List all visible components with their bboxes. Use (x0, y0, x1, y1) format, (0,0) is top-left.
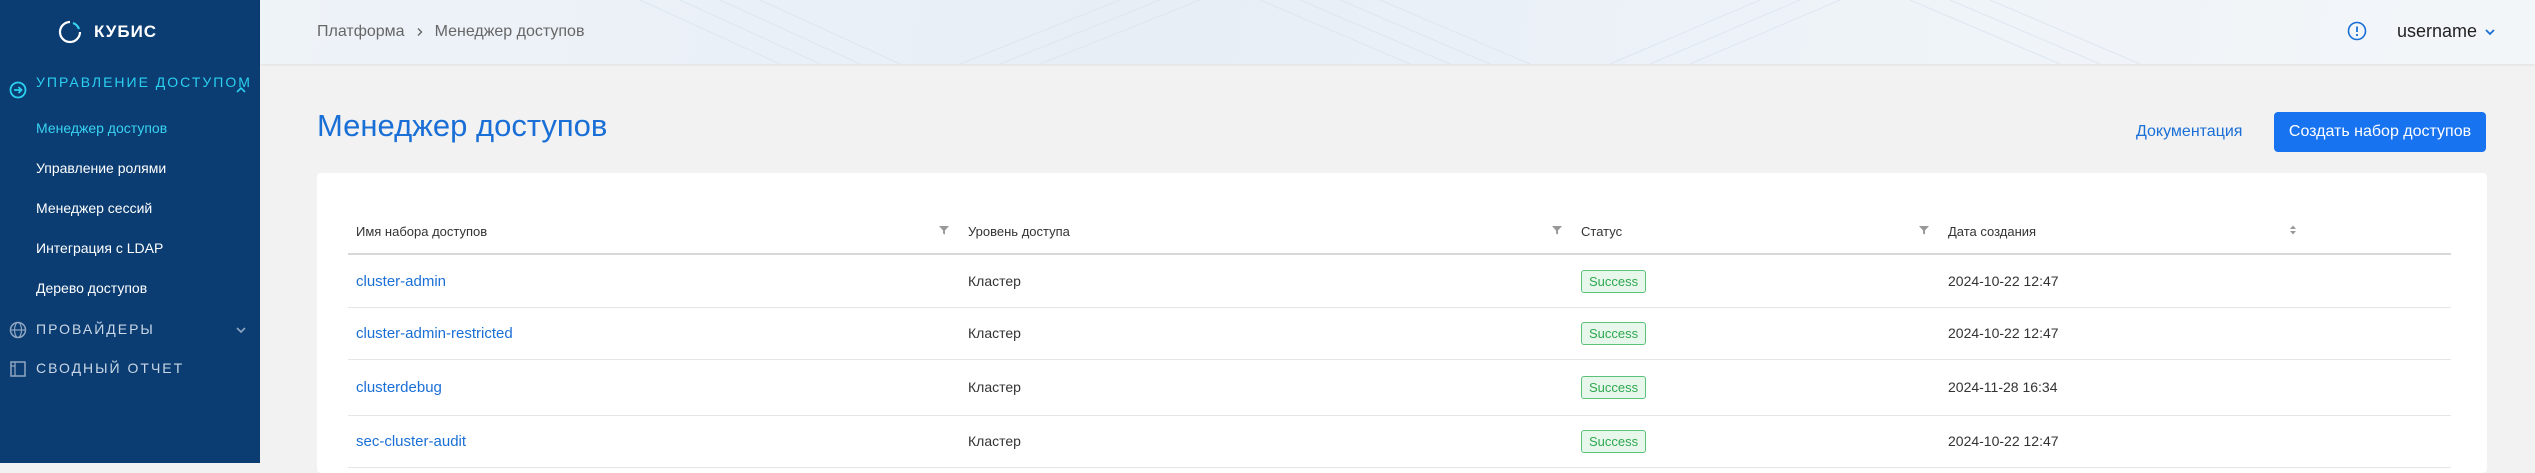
nav-section-label: Управление доступом (36, 74, 252, 90)
nav-section-label: Провайдеры (36, 321, 155, 337)
sidebar-item-access-tree[interactable]: Дерево доступов (36, 280, 147, 296)
chevron-down-icon (2485, 28, 2495, 35)
status-badge: Success (1581, 269, 1647, 293)
top-header: Платформа Менеджер доступов username (260, 0, 2535, 64)
logo-text: КУБИС (94, 22, 158, 41)
table-row[interactable]: sec-cluster-audit Кластер Success 2024-1… (348, 415, 2451, 468)
breadcrumb: Платформа Менеджер доступов (317, 23, 584, 41)
access-level: Кластер (968, 379, 1021, 395)
column-header-status[interactable]: Статус (1581, 209, 1622, 253)
header-pattern (639, 0, 2141, 64)
globe-icon (9, 321, 27, 339)
breadcrumb-platform[interactable]: Платформа (317, 23, 405, 41)
created-date: 2024-11-28 16:34 (1948, 379, 2058, 395)
logo-icon (58, 20, 82, 44)
filter-icon[interactable] (1551, 224, 1563, 236)
nav-section-providers[interactable]: Провайдеры (0, 318, 260, 342)
table-row[interactable]: cluster-admin-restricted Кластер Success… (348, 307, 2451, 360)
status-badge: Success (1581, 429, 1647, 453)
sidebar-item-access-manager[interactable]: Менеджер доступов (36, 120, 167, 136)
created-date: 2024-10-22 12:47 (1948, 273, 2059, 289)
table-row[interactable]: cluster-admin Кластер Success 2024-10-22… (348, 255, 2451, 308)
documentation-link[interactable]: Документация (2136, 123, 2242, 141)
logo[interactable]: КУБИС (58, 20, 157, 44)
sort-icon[interactable] (2287, 224, 2299, 236)
sidebar: КУБИС Управление доступом Менеджер досту… (0, 0, 260, 463)
info-icon[interactable] (2347, 21, 2367, 41)
breadcrumb-current: Менеджер доступов (434, 23, 585, 40)
user-menu[interactable]: username (2397, 21, 2497, 42)
access-level: Кластер (968, 325, 1021, 341)
created-date: 2024-10-22 12:47 (1948, 325, 2059, 341)
sidebar-item-sessions[interactable]: Менеджер сессий (36, 200, 152, 216)
column-header-name[interactable]: Имя набора доступов (356, 209, 487, 253)
created-date: 2024-10-22 12:47 (1948, 433, 2059, 449)
report-icon (10, 361, 26, 377)
filter-icon[interactable] (938, 224, 950, 236)
sidebar-item-roles[interactable]: Управление ролями (36, 160, 166, 176)
access-set-name-link[interactable]: cluster-admin (356, 255, 446, 307)
table-row[interactable]: clusterdebug Кластер Success 2024-11-28 … (348, 359, 2451, 416)
access-level: Кластер (968, 433, 1021, 449)
chevron-down-icon[interactable] (234, 323, 248, 337)
table-card: Имя набора доступов Уровень доступа Стат… (317, 173, 2487, 473)
username: username (2397, 21, 2478, 41)
page-title: Менеджер доступов (317, 108, 608, 143)
nav-section-report[interactable]: Сводный отчет (0, 357, 260, 381)
column-header-date[interactable]: Дата создания (1948, 209, 2036, 253)
nav-section-access[interactable]: Управление доступом (0, 74, 260, 106)
access-level: Кластер (968, 273, 1021, 289)
access-set-name-link[interactable]: cluster-admin-restricted (356, 307, 513, 359)
column-header-level[interactable]: Уровень доступа (968, 209, 1070, 253)
chevron-right-icon (417, 28, 423, 36)
filter-icon[interactable] (1918, 224, 1930, 236)
create-access-set-button[interactable]: Создать набор доступов (2274, 112, 2486, 152)
access-icon (9, 81, 27, 99)
access-set-name-link[interactable]: sec-cluster-audit (356, 415, 466, 467)
status-badge: Success (1581, 375, 1647, 399)
status-badge: Success (1581, 321, 1647, 345)
chevron-up-icon[interactable] (234, 83, 248, 97)
sidebar-item-ldap[interactable]: Интеграция с LDAP (36, 240, 163, 256)
access-set-name-link[interactable]: clusterdebug (356, 359, 442, 415)
nav-section-label: Сводный отчет (36, 360, 185, 376)
